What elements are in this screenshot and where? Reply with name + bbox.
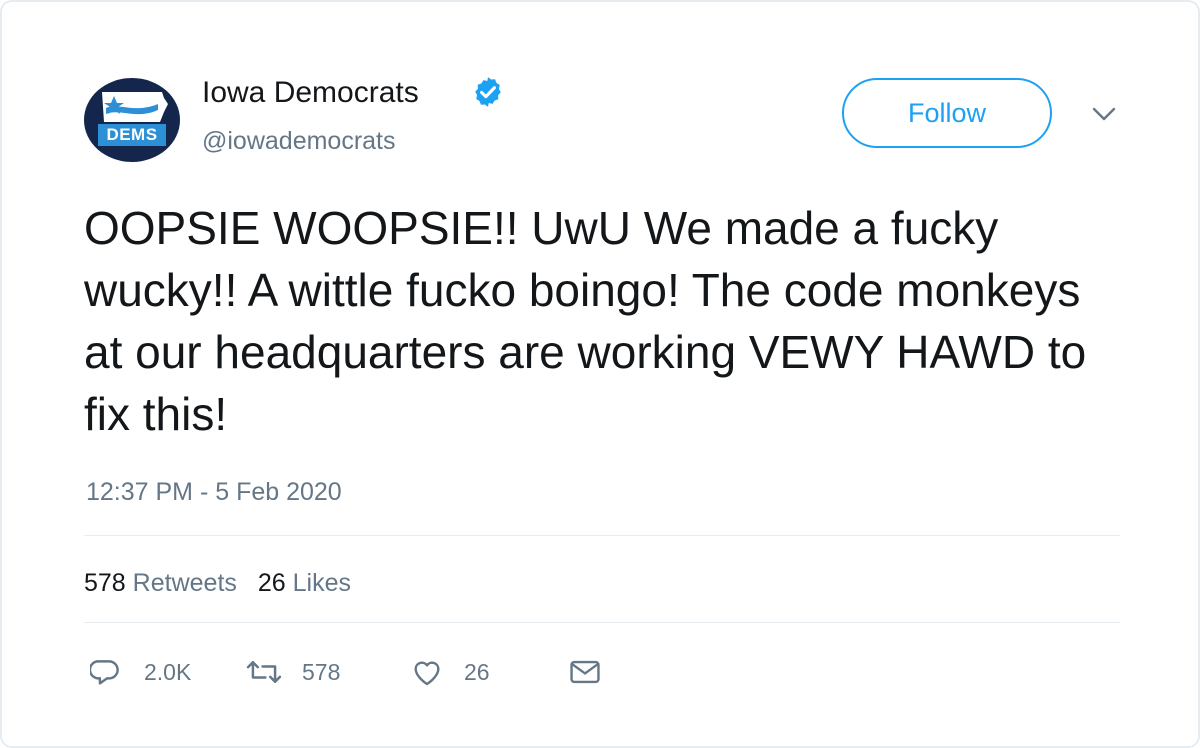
display-name[interactable]: Iowa Democrats <box>202 74 419 112</box>
chevron-down-icon[interactable] <box>1091 105 1117 123</box>
retweet-icon <box>246 661 282 683</box>
timestamp[interactable]: 12:37 PM - 5 Feb 2020 <box>86 476 342 508</box>
heart-icon <box>414 661 440 686</box>
reply-icon <box>90 660 119 685</box>
verified-badge-icon <box>475 77 501 107</box>
likes-count: 26 <box>257 569 286 597</box>
divider <box>84 622 1120 623</box>
avatar[interactable]: DEMS <box>84 78 180 162</box>
follow-button[interactable]: Follow <box>842 78 1052 148</box>
like-count: 26 <box>464 659 490 685</box>
retweet-count: 578 <box>302 659 341 685</box>
retweets-count: 578 <box>84 569 126 597</box>
likes-label: Likes <box>292 569 351 597</box>
retweets-stat[interactable]: 578 Retweets <box>84 567 237 599</box>
tweet-text: OOPSIE WOOPSIE!! UwU We made a fucky wuc… <box>84 202 1087 440</box>
iowa-map-icon <box>102 92 168 122</box>
likes-stat[interactable]: 26 Likes <box>258 567 351 599</box>
avatar-badge-text: DEMS <box>98 124 166 146</box>
engagement-stats: 578 Retweets 26 Likes <box>84 567 365 599</box>
reply-count: 2.0K <box>144 659 192 685</box>
divider <box>84 535 1120 536</box>
retweets-label: Retweets <box>132 569 237 597</box>
mail-icon <box>570 660 600 684</box>
handle[interactable]: @iowademocrats <box>202 125 396 157</box>
tweet-card: DEMS Iowa Democrats @iowademocrats Follo… <box>0 0 1200 748</box>
